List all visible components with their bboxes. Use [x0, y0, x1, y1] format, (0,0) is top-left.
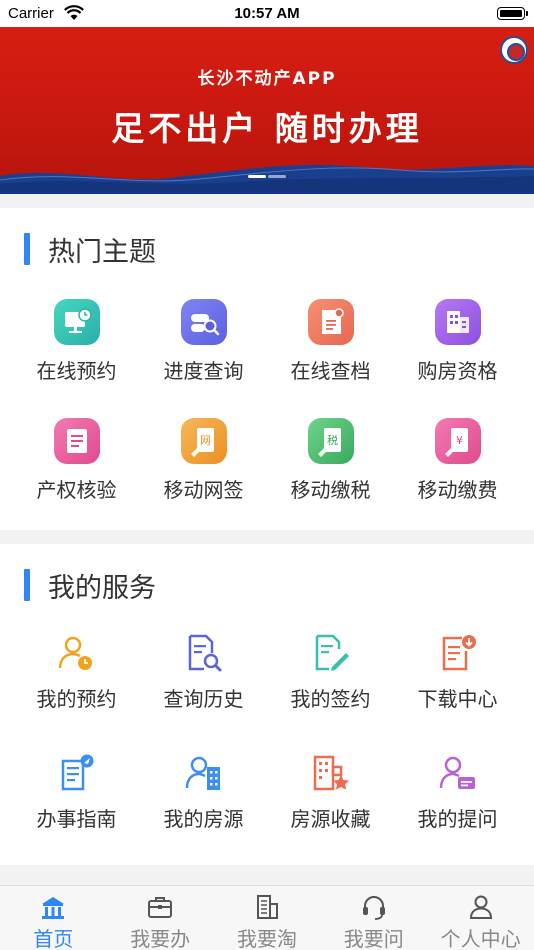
- svg-text:税: 税: [327, 433, 338, 447]
- tab-label: 首页: [33, 927, 74, 950]
- hot-item-fee-payment[interactable]: ¥ 移动缴费: [391, 418, 524, 503]
- service-item-label: 下载中心: [417, 687, 498, 711]
- status-bar: Carrier 10:57 AM: [0, 0, 534, 27]
- hot-item-label: 移动网签: [163, 478, 244, 502]
- section-title: 热门主题: [48, 236, 156, 268]
- banner-app-name: 长沙不动产APP: [197, 69, 337, 89]
- hot-item-property-verify[interactable]: 产权核验: [10, 418, 143, 503]
- service-item-my-appointment[interactable]: 我的预约: [10, 633, 143, 712]
- my-listings-icon: [185, 756, 220, 790]
- headset-icon: [362, 896, 385, 920]
- section-title-bar: [24, 233, 30, 265]
- hot-item-progress-query[interactable]: 进度查询: [137, 299, 270, 384]
- tab-label: 个人中心: [440, 927, 521, 950]
- tab-ask[interactable]: 我要问: [320, 886, 427, 950]
- tab-handle[interactable]: 我要办: [107, 886, 214, 950]
- progress-query-icon: [180, 299, 227, 345]
- service-item-query-history[interactable]: 查询历史: [137, 633, 270, 712]
- banner-slogan: 足不出户 随时办理: [111, 109, 423, 148]
- section-title: 我的服务: [48, 572, 156, 604]
- service-item-my-questions[interactable]: 我的提问: [391, 753, 524, 832]
- hot-item-tax-payment[interactable]: 税 移动缴税: [264, 418, 397, 503]
- hot-item-label: 在线预约: [36, 359, 117, 383]
- hot-item-online-sign[interactable]: 网 移动网签: [137, 418, 270, 503]
- purchase-eligibility-icon: [434, 299, 481, 345]
- listing-favorites-icon: [313, 755, 349, 791]
- my-contract-icon: [315, 634, 349, 671]
- download-center-icon: [442, 635, 476, 671]
- service-item-label: 我的提问: [417, 807, 498, 831]
- carousel-dot[interactable]: [248, 175, 266, 178]
- query-history-icon: [188, 634, 221, 672]
- clock: 10:57 AM: [234, 5, 300, 22]
- tab-label: 我要问: [343, 927, 404, 950]
- emblem-icon: [500, 36, 528, 64]
- service-item-my-listings[interactable]: 我的房源: [137, 753, 270, 832]
- building-icon: [256, 895, 278, 919]
- online-appointment-icon: [53, 299, 100, 345]
- hot-item-label: 购房资格: [417, 359, 498, 383]
- bottom-tab-bar: 首页 我要办 我要淘 我要问 个人中心: [0, 885, 534, 950]
- hot-item-label: 产权核验: [36, 478, 117, 502]
- service-item-label: 查询历史: [163, 687, 244, 711]
- archive-query-icon: [307, 299, 354, 345]
- section-header: 热门主题: [24, 232, 156, 268]
- hot-item-archive-query[interactable]: 在线查档: [264, 299, 397, 384]
- my-questions-icon: [439, 756, 475, 789]
- my-appointment-icon: [58, 636, 92, 670]
- service-item-label: 房源收藏: [290, 807, 371, 831]
- service-item-label: 办事指南: [36, 807, 117, 831]
- hot-topics-section: 热门主题 在线预约 进度查询 在线查档 购房资格 产权核验 网 移动网签 税 移…: [0, 208, 534, 530]
- hot-item-label: 移动缴税: [290, 478, 371, 502]
- svg-text:¥: ¥: [456, 434, 463, 447]
- hot-item-online-appointment[interactable]: 在线预约: [10, 299, 143, 384]
- service-item-download-center[interactable]: 下载中心: [391, 633, 524, 712]
- online-sign-icon: 网: [180, 418, 227, 464]
- home-icon: [42, 897, 65, 919]
- tab-label: 我要办: [130, 927, 191, 950]
- svg-text:网: 网: [200, 434, 211, 447]
- carousel-dot[interactable]: [268, 175, 286, 178]
- tab-label: 我要淘: [236, 927, 297, 950]
- service-item-my-contract[interactable]: 我的签约: [264, 633, 397, 712]
- fee-payment-icon: ¥: [434, 418, 481, 464]
- service-item-label: 我的签约: [290, 687, 371, 711]
- service-guide-icon: [61, 754, 93, 791]
- hot-item-label: 在线查档: [290, 359, 371, 383]
- promo-banner[interactable]: 长沙不动产APP 足不出户 随时办理: [0, 27, 534, 194]
- hot-item-purchase-eligibility[interactable]: 购房资格: [391, 299, 524, 384]
- section-header: 我的服务: [24, 568, 156, 604]
- tab-browse[interactable]: 我要淘: [214, 886, 321, 950]
- service-item-label: 我的预约: [36, 687, 117, 711]
- section-title-bar: [24, 569, 30, 601]
- service-item-listing-favorites[interactable]: 房源收藏: [264, 753, 397, 832]
- service-item-service-guide[interactable]: 办事指南: [10, 753, 143, 832]
- tab-home[interactable]: 首页: [0, 886, 107, 950]
- tab-profile[interactable]: 个人中心: [427, 886, 534, 950]
- hot-item-label: 进度查询: [163, 359, 244, 383]
- user-icon: [469, 895, 492, 919]
- battery-icon: [497, 7, 528, 20]
- service-item-label: 我的房源: [163, 807, 244, 831]
- briefcase-icon: [148, 897, 173, 918]
- property-verify-icon: [53, 418, 100, 464]
- hot-item-label: 移动缴费: [417, 478, 498, 502]
- tax-payment-icon: 税: [307, 418, 354, 464]
- my-services-section: 我的服务 我的预约 查询历史 我的签约 下载中心 办事指南 我的房源 房源收藏 …: [0, 544, 534, 865]
- carousel-indicator[interactable]: [0, 163, 534, 182]
